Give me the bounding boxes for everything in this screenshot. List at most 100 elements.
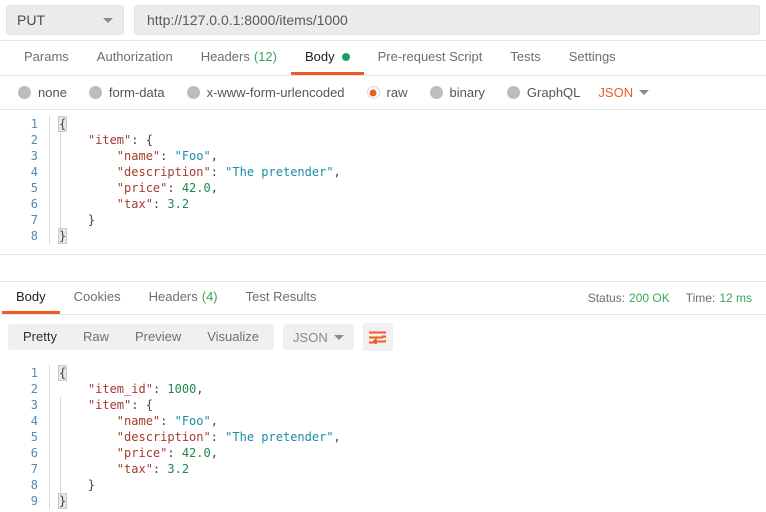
line-number: 6 xyxy=(0,196,48,212)
line-number: 4 xyxy=(0,413,48,429)
line-number: 2 xyxy=(0,381,48,397)
request-tab-label: Authorization xyxy=(97,49,173,64)
code-token xyxy=(59,197,117,211)
http-method-select[interactable]: PUT xyxy=(6,5,124,35)
code-token: "name" xyxy=(117,149,160,163)
code-token xyxy=(59,382,88,396)
response-format-select[interactable]: JSON xyxy=(283,324,354,350)
response-view-pretty[interactable]: Pretty xyxy=(10,324,70,350)
request-url-value: http://127.0.0.1:8000/items/1000 xyxy=(147,12,348,28)
response-code-line-text: "name": "Foo", xyxy=(48,413,766,429)
response-tab-body[interactable]: Body xyxy=(2,282,60,314)
request-tab-params[interactable]: Params xyxy=(10,41,83,75)
line-number: 7 xyxy=(0,212,48,228)
response-view-visualize[interactable]: Visualize xyxy=(194,324,272,350)
code-token xyxy=(59,446,117,460)
chevron-down-icon xyxy=(639,90,649,95)
code-token: : xyxy=(211,165,225,179)
status-badge: Status:200 OK xyxy=(588,291,670,305)
line-number: 9 xyxy=(0,493,48,509)
response-code-line: 8 } xyxy=(0,477,766,493)
http-method-label: PUT xyxy=(17,12,97,28)
request-body-format-select[interactable]: JSON xyxy=(598,85,649,100)
body-type-radio-none[interactable]: none xyxy=(18,85,67,100)
request-code-line: 5 "price": 42.0, xyxy=(0,180,766,196)
code-token: "name" xyxy=(117,414,160,428)
body-type-radio-graphql[interactable]: GraphQL xyxy=(507,85,580,100)
response-code-line: 2 "item_id": 1000, xyxy=(0,381,766,397)
code-token: } xyxy=(59,494,66,508)
request-body-format-label: JSON xyxy=(598,85,633,100)
request-tab-authorization[interactable]: Authorization xyxy=(83,41,187,75)
response-tab-label: Cookies xyxy=(74,289,121,304)
response-view-raw[interactable]: Raw xyxy=(70,324,122,350)
line-number: 4 xyxy=(0,164,48,180)
code-token: "The pretender" xyxy=(225,165,333,179)
response-view-preview[interactable]: Preview xyxy=(122,324,194,350)
radio-icon xyxy=(367,86,380,99)
response-tab-bar: Body Cookies Headers(4)Test Results Status… xyxy=(0,282,766,315)
line-number: 1 xyxy=(0,365,48,381)
word-wrap-button[interactable] xyxy=(363,323,393,351)
request-tab-label: Settings xyxy=(569,49,616,64)
response-body-editor[interactable]: 1{2 "item_id": 1000,3 "item": {4 "name":… xyxy=(0,359,766,509)
code-token: } xyxy=(59,213,95,227)
request-body-editor[interactable]: 1{2 "item": {3 "name": "Foo",4 "descript… xyxy=(0,110,766,255)
code-token xyxy=(59,165,117,179)
response-tab-test-results[interactable]: Test Results xyxy=(232,282,331,314)
code-token: 42.0 xyxy=(182,181,211,195)
pane-divider[interactable] xyxy=(0,255,766,282)
status-value: 200 OK xyxy=(629,291,670,305)
code-token: "price" xyxy=(117,446,168,460)
request-url-bar: PUT http://127.0.0.1:8000/items/1000 xyxy=(0,0,766,41)
line-number: 8 xyxy=(0,477,48,493)
response-code-line: 3 "item": { xyxy=(0,397,766,413)
code-token xyxy=(59,149,117,163)
request-tab-body[interactable]: Body xyxy=(291,41,364,75)
request-url-input[interactable]: http://127.0.0.1:8000/items/1000 xyxy=(134,5,760,35)
code-token: : { xyxy=(131,133,153,147)
body-type-radio-binary[interactable]: binary xyxy=(430,85,485,100)
response-view-mode-group: PrettyRawPreviewVisualize xyxy=(8,324,274,350)
request-code-line-text: "price": 42.0, xyxy=(48,180,766,196)
chevron-down-icon xyxy=(103,18,113,23)
request-tab-pre-request-script[interactable]: Pre-request Script xyxy=(364,41,497,75)
code-token: "item" xyxy=(88,133,131,147)
code-token xyxy=(59,398,88,412)
body-type-radio-raw[interactable]: raw xyxy=(367,85,408,100)
request-tab-tests[interactable]: Tests xyxy=(496,41,554,75)
code-token: : xyxy=(153,382,167,396)
line-number: 8 xyxy=(0,228,48,244)
response-code-line-text: "price": 42.0, xyxy=(48,445,766,461)
response-code-line: 6 "price": 42.0, xyxy=(0,445,766,461)
response-tab-cookies[interactable]: Cookies xyxy=(60,282,135,314)
request-code-line-text: "tax": 3.2 xyxy=(48,196,766,212)
response-code-line-text: } xyxy=(48,477,766,493)
code-token: 3.2 xyxy=(167,197,189,211)
request-tab-settings[interactable]: Settings xyxy=(555,41,630,75)
code-token xyxy=(59,414,117,428)
request-code-line-text: { xyxy=(48,116,766,132)
code-token: "tax" xyxy=(117,197,153,211)
body-type-radio-form-data[interactable]: form-data xyxy=(89,85,165,100)
body-type-radio-x-www-form-urlencoded[interactable]: x-www-form-urlencoded xyxy=(187,85,345,100)
response-tab-headers[interactable]: Headers(4) xyxy=(135,282,232,314)
radio-icon xyxy=(430,86,443,99)
body-type-label: raw xyxy=(387,85,408,100)
response-code-line: 7 "tax": 3.2 xyxy=(0,461,766,477)
code-token: 42.0 xyxy=(182,446,211,460)
code-token: , xyxy=(334,165,341,179)
line-number: 6 xyxy=(0,445,48,461)
request-code-line-text: } xyxy=(48,228,766,244)
word-wrap-icon xyxy=(369,331,386,344)
request-tab-headers[interactable]: Headers(12) xyxy=(187,41,291,75)
code-token: "price" xyxy=(117,181,168,195)
code-token: "description" xyxy=(117,430,211,444)
body-type-row: none form-data x-www-form-urlencoded raw bin… xyxy=(0,76,766,110)
request-code-line: 3 "name": "Foo", xyxy=(0,148,766,164)
code-token xyxy=(59,133,88,147)
response-tab-label: Headers xyxy=(149,289,198,304)
code-token: } xyxy=(59,229,66,243)
time-label: Time: xyxy=(686,291,716,305)
line-number: 5 xyxy=(0,180,48,196)
